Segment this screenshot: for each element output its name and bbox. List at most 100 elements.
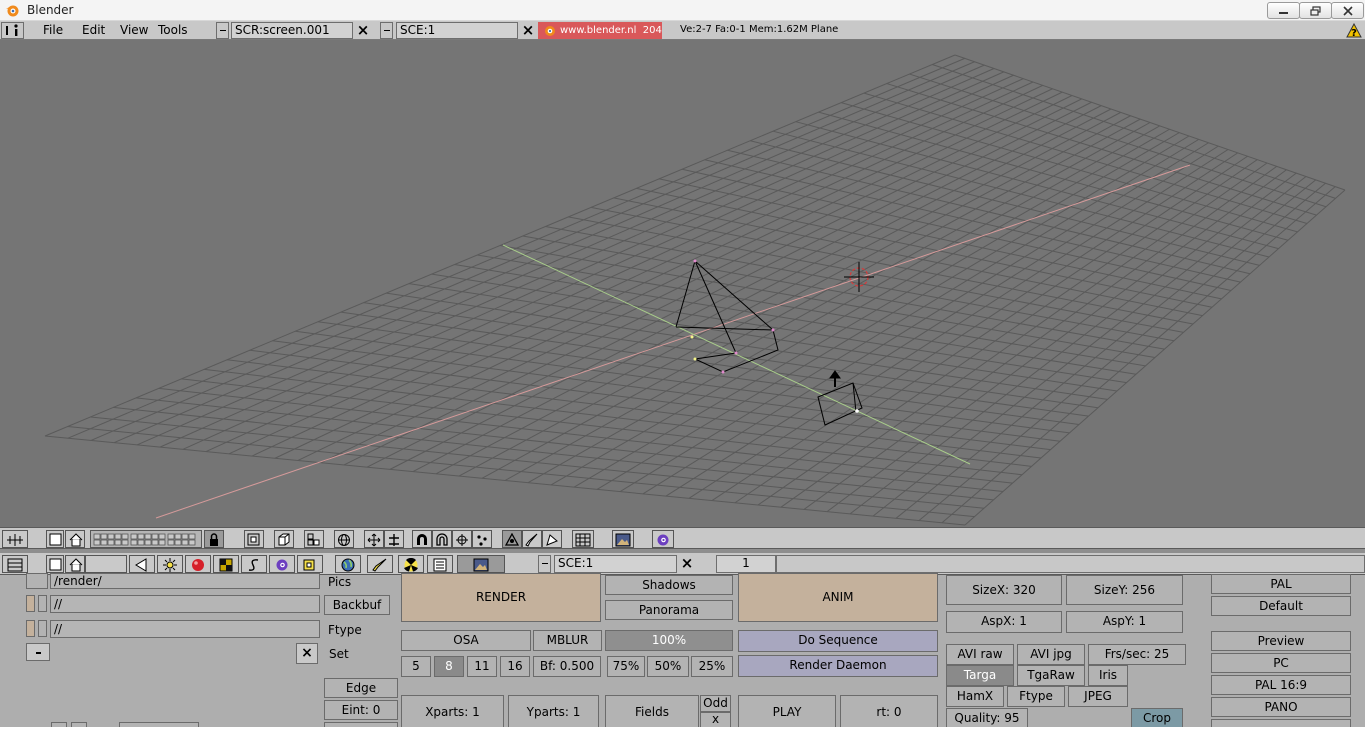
size-50-button[interactable]: 50% (647, 656, 689, 677)
pics-path-field[interactable]: /render/ (50, 573, 320, 589)
scene-browse-button[interactable] (380, 22, 393, 39)
texture-buttons-tab[interactable] (213, 555, 239, 573)
osa-level-5[interactable]: 5 (401, 656, 431, 677)
size-percent-field[interactable]: 100% (605, 630, 733, 651)
pivot-button[interactable] (384, 530, 404, 548)
crop-toggle[interactable]: Crop (1131, 708, 1183, 729)
menu-tools[interactable]: Tools (158, 23, 188, 37)
menu-edit[interactable]: Edit (82, 23, 105, 37)
preset-default-button[interactable]: Default (1211, 596, 1351, 616)
backbuf-toggle[interactable] (26, 595, 35, 612)
vertex-select-button[interactable] (472, 530, 492, 548)
osa-level-11[interactable]: 11 (467, 656, 497, 677)
info-window-type-button[interactable] (1, 22, 24, 39)
render-buttons-tab[interactable] (457, 555, 505, 573)
3d-viewport[interactable] (0, 40, 1365, 527)
panorama-toggle[interactable]: Panorama (605, 600, 733, 620)
targa-button[interactable]: Targa (946, 665, 1014, 686)
aspy-field[interactable]: AspY: 1 (1066, 611, 1183, 633)
paint-buttons-tab[interactable] (367, 555, 393, 573)
preset-pal-button[interactable]: PAL (1211, 574, 1351, 594)
aspx-field[interactable]: AspX: 1 (946, 611, 1062, 633)
size-25-button[interactable]: 25% (691, 656, 733, 677)
delete-screen-button[interactable]: × (355, 22, 371, 39)
osa-toggle[interactable]: OSA (401, 630, 531, 651)
realtime-buttons-tab[interactable] (269, 555, 295, 573)
avi-jpg-button[interactable]: AVI jpg (1017, 644, 1085, 665)
backbuf-button[interactable]: Backbuf (324, 595, 390, 615)
rt-field[interactable]: rt: 0 (840, 695, 938, 729)
anim-button[interactable]: ANIM (738, 573, 938, 622)
face-select-button[interactable] (542, 530, 562, 548)
jpeg-button[interactable]: JPEG (1068, 686, 1128, 707)
grid-button[interactable] (572, 530, 594, 548)
fields-toggle[interactable]: Fields (605, 695, 699, 729)
radiosity-buttons-tab[interactable] (398, 555, 424, 573)
frs-sec-field[interactable]: Frs/sec: 25 (1088, 644, 1186, 665)
shadows-toggle[interactable]: Shadows (605, 575, 733, 595)
manipulator-button[interactable] (364, 530, 384, 548)
ftype-toggle[interactable] (26, 620, 35, 637)
xparts-field[interactable]: Xparts: 1 (401, 695, 504, 729)
buttons-scene-field[interactable]: SCE:1 (554, 555, 677, 573)
camera-object[interactable] (675, 259, 779, 374)
help-icon[interactable]: ? (1346, 23, 1362, 38)
lamp-buttons-tab[interactable] (157, 555, 183, 573)
snap-button[interactable] (452, 530, 472, 548)
paint-mode-button[interactable] (522, 530, 542, 548)
preset-pal-169-button[interactable]: PAL 16:9 (1211, 675, 1351, 695)
render-daemon-toggle[interactable]: Render Daemon (738, 655, 938, 677)
set-clear-button[interactable]: × (296, 643, 318, 664)
minimize-button[interactable] (1267, 2, 1300, 19)
preset-pano-button[interactable]: PANO (1211, 697, 1351, 717)
preset-pc-button[interactable]: PC (1211, 653, 1351, 673)
viewport-canvas[interactable] (0, 40, 1365, 527)
screen-name-field[interactable]: SCR:screen.001 (231, 22, 353, 39)
buttons-full-window-button[interactable] (46, 555, 64, 573)
world-buttons-tab[interactable] (335, 555, 361, 573)
sizex-field[interactable]: SizeX: 320 (946, 575, 1062, 605)
backbuf-path-field[interactable]: // (50, 595, 320, 613)
menu-view[interactable]: View (120, 23, 148, 37)
buttons-delete-scene-button[interactable]: × (679, 555, 695, 572)
layer-buttons[interactable] (90, 530, 202, 548)
osa-level-8[interactable]: 8 (434, 656, 464, 677)
size-75-button[interactable]: 75% (607, 656, 645, 677)
camera-view-button[interactable] (304, 530, 324, 548)
set-browse-button[interactable] (26, 643, 50, 661)
play-button[interactable]: PLAY (738, 695, 836, 729)
view-buttons-tab[interactable] (129, 555, 155, 573)
pics-browse-button[interactable] (26, 573, 48, 589)
buttons-scene-browse-button[interactable] (538, 555, 551, 573)
viewport-blender-button[interactable] (652, 530, 674, 548)
edit-mode-button[interactable] (502, 530, 522, 548)
full-window-button[interactable] (46, 530, 64, 548)
restore-button[interactable] (1299, 2, 1332, 19)
iris-button[interactable]: Iris (1088, 665, 1128, 686)
home-button[interactable] (65, 530, 85, 548)
script-buttons-tab[interactable] (427, 555, 453, 573)
bf-field[interactable]: Bf: 0.500 (533, 656, 601, 677)
backbuf-browse-button[interactable] (38, 595, 47, 612)
ftype-path-field[interactable]: // (50, 620, 320, 638)
avi-raw-button[interactable]: AVI raw (946, 644, 1014, 665)
delete-scene-button[interactable]: × (520, 22, 536, 39)
eint-field[interactable]: Eint: 0 (324, 700, 398, 720)
mblur-toggle[interactable]: MBLUR (533, 630, 602, 651)
draw-mode-button[interactable] (334, 530, 354, 548)
close-window-button[interactable] (1331, 2, 1364, 19)
hamx-button[interactable]: HamX (946, 686, 1004, 707)
screen-browse-button[interactable] (216, 22, 229, 39)
animation-buttons-tab[interactable] (241, 555, 267, 573)
perspective-button[interactable] (274, 530, 294, 548)
current-frame-field[interactable]: 1 (716, 555, 776, 573)
scene-name-field[interactable]: SCE:1 (396, 22, 518, 39)
editing-buttons-tab[interactable] (297, 555, 323, 573)
ftype-format-button[interactable]: Ftype (1007, 686, 1065, 707)
menu-file[interactable]: File (43, 23, 63, 37)
ftype-browse-button[interactable] (38, 620, 47, 637)
render-preview-button[interactable] (612, 530, 634, 548)
do-sequence-toggle[interactable]: Do Sequence (738, 630, 938, 652)
quality-field[interactable]: Quality: 95 (946, 708, 1028, 729)
viewport-window-type-button[interactable] (2, 530, 28, 548)
